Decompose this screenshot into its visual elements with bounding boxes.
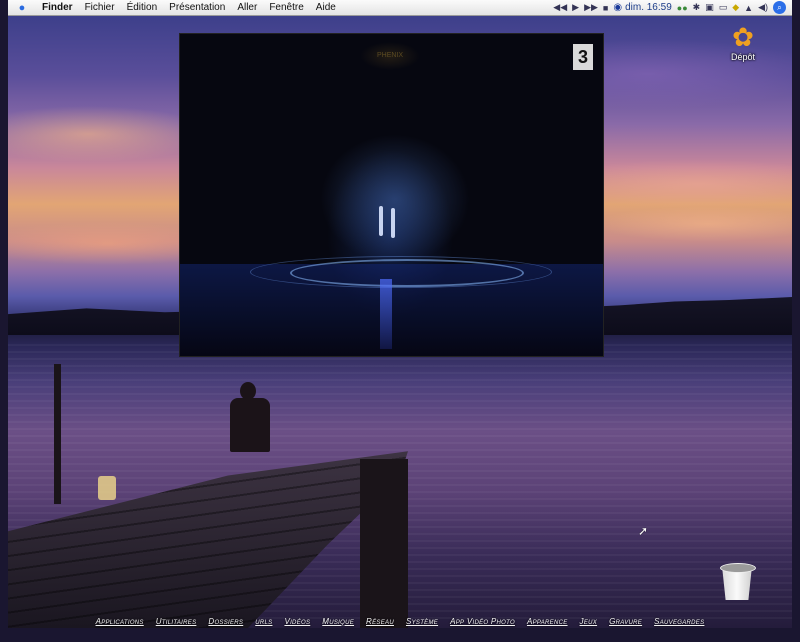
pier-post-left	[54, 364, 61, 504]
shelf-applications[interactable]: Applications	[96, 617, 144, 626]
menu-aller[interactable]: Aller	[231, 2, 263, 13]
menu-presentation[interactable]: Présentation	[163, 2, 231, 13]
depot-label: Dépôt	[730, 52, 756, 62]
shelf-urls[interactable]: urls	[255, 617, 272, 626]
shelf-apparence[interactable]: Apparence	[527, 617, 568, 626]
shelf-sauvegardes[interactable]: Sauvegardes	[654, 617, 704, 626]
shelf-utilitaires[interactable]: Utilitaires	[156, 617, 197, 626]
media-next-icon[interactable]: ▶▶	[584, 2, 598, 13]
shelf-app-video-photo[interactable]: App Vidéo Photo	[450, 617, 515, 626]
trash-icon[interactable]	[716, 560, 758, 602]
menu-app-finder[interactable]: Finder	[36, 2, 79, 13]
menu-clock[interactable]: ◉ dim. 16:59	[613, 2, 671, 13]
person-body	[230, 398, 270, 452]
lantern	[98, 476, 116, 500]
desktop-icon-depot[interactable]: ✿ Dépôt	[720, 22, 766, 62]
dancer-1	[379, 206, 383, 236]
stage-beam	[380, 279, 392, 349]
media-stop-icon[interactable]: ■	[603, 3, 608, 13]
spotlight-icon[interactable]: ⌕	[773, 1, 786, 14]
dancer-2	[391, 208, 395, 238]
dancers	[373, 204, 403, 244]
shelf-bar: Applications Utilitaires Dossiers urls V…	[8, 614, 792, 628]
lock-icon[interactable]: ▲	[744, 3, 753, 13]
media-play-icon[interactable]: ▶	[572, 2, 579, 13]
battery-icon[interactable]: ▭	[719, 2, 728, 13]
show-logo: PHENIX	[360, 42, 420, 70]
clock-text: dim. 16:59	[625, 2, 672, 13]
menu-aide[interactable]: Aide	[310, 2, 342, 13]
status-area: ◀◀ ▶ ▶▶ ■ ◉ dim. 16:59 ●● ✱ ▣ ▭ ◆ ▲ ◀) ⌕	[553, 1, 792, 14]
shelf-gravure[interactable]: Gravure	[609, 617, 642, 626]
bluetooth-icon[interactable]: ✱	[693, 2, 701, 13]
shelf-musique[interactable]: Musique	[322, 617, 354, 626]
clock-icon: ◉	[613, 2, 623, 13]
menu-bar: ● Finder Fichier Édition Présentation Al…	[8, 0, 792, 16]
pier-post-right	[360, 459, 408, 628]
volume-icon[interactable]: ◀)	[758, 2, 768, 13]
trash-rim	[720, 563, 756, 573]
warning-icon[interactable]: ◆	[732, 2, 739, 13]
person-silhouette	[230, 382, 290, 452]
shelf-videos[interactable]: Vidéos	[284, 617, 310, 626]
butterfly-icon: ✿	[732, 22, 754, 52]
mouse-cursor-icon: ➚	[638, 524, 649, 538]
shelf-reseau[interactable]: Réseau	[366, 617, 394, 626]
stage-ring-inner	[290, 259, 524, 287]
shelf-systeme[interactable]: Système	[406, 617, 438, 626]
media-prev-icon[interactable]: ◀◀	[553, 2, 567, 13]
apple-icon[interactable]: ●	[14, 2, 30, 14]
shelf-dossiers[interactable]: Dossiers	[208, 617, 243, 626]
display-icon[interactable]: ▣	[705, 2, 714, 13]
shelf-jeux[interactable]: Jeux	[580, 617, 598, 626]
video-window[interactable]: PHENIX 3	[179, 33, 604, 357]
stage-light	[320, 134, 470, 264]
menu-fichier[interactable]: Fichier	[79, 2, 121, 13]
channel-logo: 3	[573, 44, 593, 70]
sync-icon[interactable]: ●●	[677, 3, 688, 13]
menu-fenetre[interactable]: Fenêtre	[263, 2, 309, 13]
menu-edition[interactable]: Édition	[121, 2, 164, 13]
